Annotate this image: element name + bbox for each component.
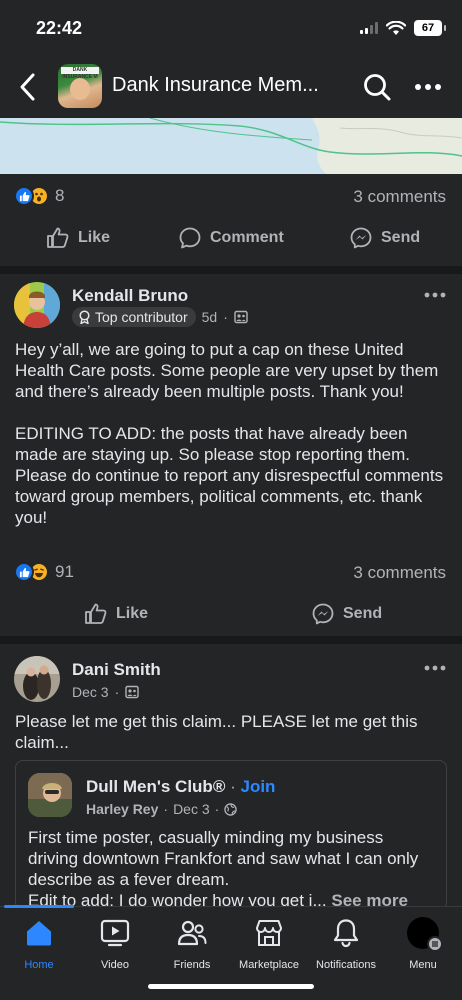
post-meta: Top contributor 5d · (72, 307, 248, 327)
comment-button[interactable]: Comment (178, 226, 284, 250)
post-actions: Like Comment Send (0, 216, 462, 260)
shared-author-name[interactable]: Harley Rey (86, 801, 158, 817)
post-kendall: Kendall Bruno Top contributor 5d · Hey y… (0, 274, 462, 636)
tab-menu-label: Menu (409, 959, 437, 971)
tab-menu[interactable]: Menu (384, 917, 462, 971)
join-group-link[interactable]: Join (240, 777, 275, 796)
comments-count[interactable]: 3 comments (353, 187, 446, 207)
like-label: Like (116, 605, 149, 622)
send-button[interactable]: Send (311, 602, 382, 626)
post-body: Please let me get this claim... PLEASE l… (15, 712, 418, 752)
reaction-count: 8 (55, 186, 65, 205)
active-tab-indicator (4, 905, 74, 908)
wifi-icon (386, 20, 406, 35)
group-title[interactable]: Dank Insurance Mem... (112, 74, 319, 97)
status-icons: 67 (360, 20, 446, 36)
post-more-icon[interactable] (424, 661, 446, 675)
menu-hamburger-icon (427, 936, 443, 952)
post-separator (0, 266, 462, 274)
thumbs-up-icon (47, 227, 69, 248)
bell-icon (333, 919, 359, 948)
cellular-signal-icon (360, 22, 378, 34)
like-label: Like (78, 229, 111, 246)
messenger-icon (350, 227, 372, 249)
tab-video-label: Video (101, 959, 129, 971)
group-audience-icon (234, 310, 248, 324)
top-contributor-badge[interactable]: Top contributor (72, 307, 196, 327)
like-reaction-icon (14, 562, 34, 582)
battery-icon: 67 (414, 20, 446, 36)
thumbs-up-icon (85, 603, 107, 624)
comment-label: Comment (210, 229, 284, 246)
post-paragraph-2: EDITING TO ADD: the posts that have alre… (15, 424, 444, 527)
author-avatar[interactable] (14, 282, 60, 328)
post-dani: Dani Smith Dec 3 · Please let me get thi… (0, 644, 462, 910)
shared-post-time[interactable]: Dec 3 (173, 801, 210, 817)
badge-label: Top contributor (95, 309, 188, 325)
tab-home[interactable]: Home (0, 917, 78, 971)
profile-avatar (407, 917, 443, 952)
shared-post-body: First time poster, casually minding my b… (28, 827, 438, 911)
messenger-icon (312, 603, 334, 625)
friends-icon (177, 920, 207, 946)
tab-notifications[interactable]: Notifications (307, 917, 385, 971)
group-avatar[interactable]: DANK INSURANCE M (58, 64, 102, 108)
post-more-icon[interactable] (424, 288, 446, 302)
status-bar: 22:42 67 (0, 0, 462, 56)
globe-icon (224, 802, 238, 816)
post-time[interactable]: Dec 3 (72, 684, 109, 700)
home-icon (27, 921, 51, 946)
send-label: Send (381, 229, 421, 246)
group-audience-icon (125, 685, 139, 699)
home-indicator[interactable] (148, 984, 314, 989)
tab-home-label: Home (24, 959, 54, 971)
post-paragraph-1: Hey y’all, we are going to put a cap on … (15, 340, 439, 401)
reaction-count: 91 (55, 562, 74, 581)
shared-post-text: First time poster, casually minding my b… (28, 828, 419, 889)
like-reaction-icon (14, 186, 34, 206)
shared-post-meta: Harley Rey · Dec 3 · (86, 801, 238, 817)
post-body: Hey y’all, we are going to put a cap on … (15, 339, 447, 528)
post-footer: 8 3 comments Like Comment Send (0, 174, 462, 266)
author-avatar[interactable] (14, 656, 60, 702)
marketplace-icon (256, 920, 282, 946)
tab-video[interactable]: Video (76, 917, 154, 971)
post-time[interactable]: 5d (202, 309, 218, 325)
comment-icon (179, 227, 201, 249)
status-time: 22:42 (36, 18, 83, 38)
shared-group-name[interactable]: Dull Men's Club® (86, 777, 225, 796)
tab-friends[interactable]: Friends (153, 917, 231, 971)
reaction-summary[interactable]: 91 (14, 562, 74, 582)
shared-post-card[interactable]: Dull Men's Club® · Join Harley Rey · Dec… (15, 760, 447, 910)
more-options-icon[interactable] (412, 72, 444, 102)
group-header: DANK INSURANCE M Dank Insurance Mem... (0, 56, 462, 118)
shared-group-avatar[interactable] (28, 773, 72, 817)
post-separator (0, 636, 462, 644)
group-avatar-banner: DANK INSURANCE M (61, 67, 99, 80)
like-button[interactable]: Like (46, 226, 110, 250)
send-label: Send (343, 605, 383, 622)
reaction-summary[interactable]: 8 (14, 186, 64, 206)
tab-marketplace-label: Marketplace (239, 959, 299, 971)
post-map-image[interactable] (0, 118, 462, 174)
author-name[interactable]: Dani Smith (72, 660, 161, 680)
shared-group-line: Dull Men's Club® · Join (86, 777, 276, 796)
search-icon[interactable] (362, 72, 392, 102)
back-arrow-icon[interactable] (14, 70, 42, 104)
award-icon (79, 310, 90, 324)
like-button[interactable]: Like (84, 602, 148, 626)
post-actions: Like Send (0, 592, 462, 636)
tab-notifications-label: Notifications (316, 959, 376, 971)
tab-marketplace[interactable]: Marketplace (230, 917, 308, 971)
comments-count[interactable]: 3 comments (353, 563, 446, 583)
tab-friends-label: Friends (173, 959, 211, 971)
send-button[interactable]: Send (349, 226, 420, 250)
video-icon (100, 919, 130, 947)
post-meta: Dec 3 · (72, 684, 139, 700)
author-name[interactable]: Kendall Bruno (72, 286, 188, 306)
